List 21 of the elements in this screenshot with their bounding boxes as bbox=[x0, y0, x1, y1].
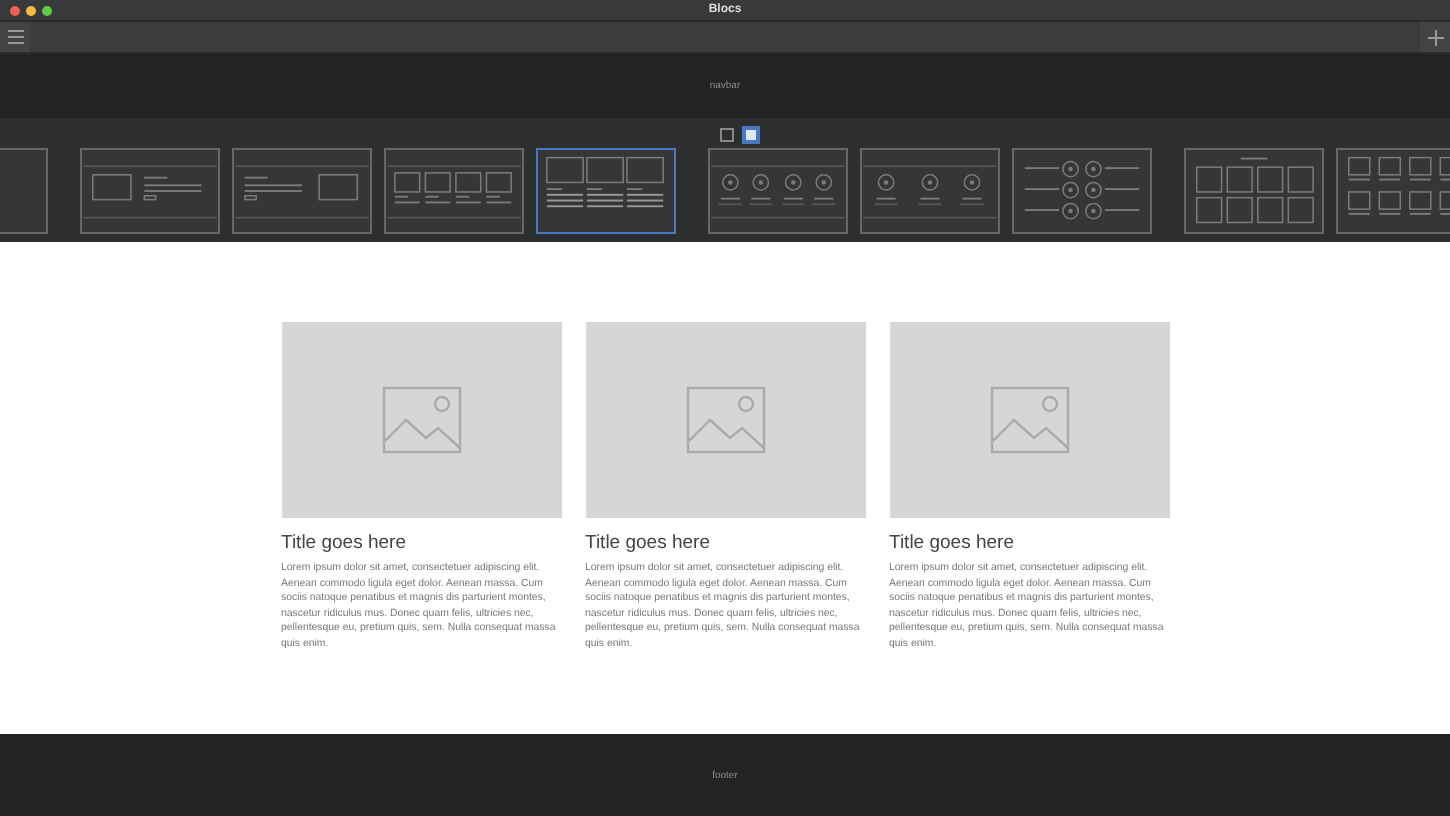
plus-icon bbox=[1427, 29, 1443, 45]
image-icon bbox=[685, 386, 765, 454]
view-toggle[interactable] bbox=[744, 128, 758, 142]
block-thumbnail[interactable] bbox=[1336, 148, 1450, 234]
image-icon bbox=[989, 386, 1069, 454]
image-icon bbox=[381, 386, 461, 454]
view-toggle[interactable] bbox=[720, 128, 734, 142]
block-thumbnail[interactable] bbox=[1012, 148, 1152, 234]
menu-button[interactable] bbox=[0, 22, 30, 52]
card-title: Title goes here bbox=[585, 532, 712, 554]
add-button[interactable] bbox=[1420, 22, 1450, 52]
block-thumbnail[interactable] bbox=[232, 148, 372, 234]
card-title: Title goes here bbox=[889, 532, 1016, 554]
card-title: Title goes here bbox=[281, 532, 408, 554]
block-thumbnail[interactable] bbox=[708, 148, 848, 234]
block-thumbnail[interactable] bbox=[536, 148, 676, 234]
block-thumbnail[interactable] bbox=[860, 148, 1000, 234]
menu-icon bbox=[7, 30, 23, 44]
block-thumbnail[interactable] bbox=[1184, 148, 1324, 234]
block-thumbnail[interactable] bbox=[80, 148, 220, 234]
block-thumbnail[interactable] bbox=[384, 148, 524, 234]
